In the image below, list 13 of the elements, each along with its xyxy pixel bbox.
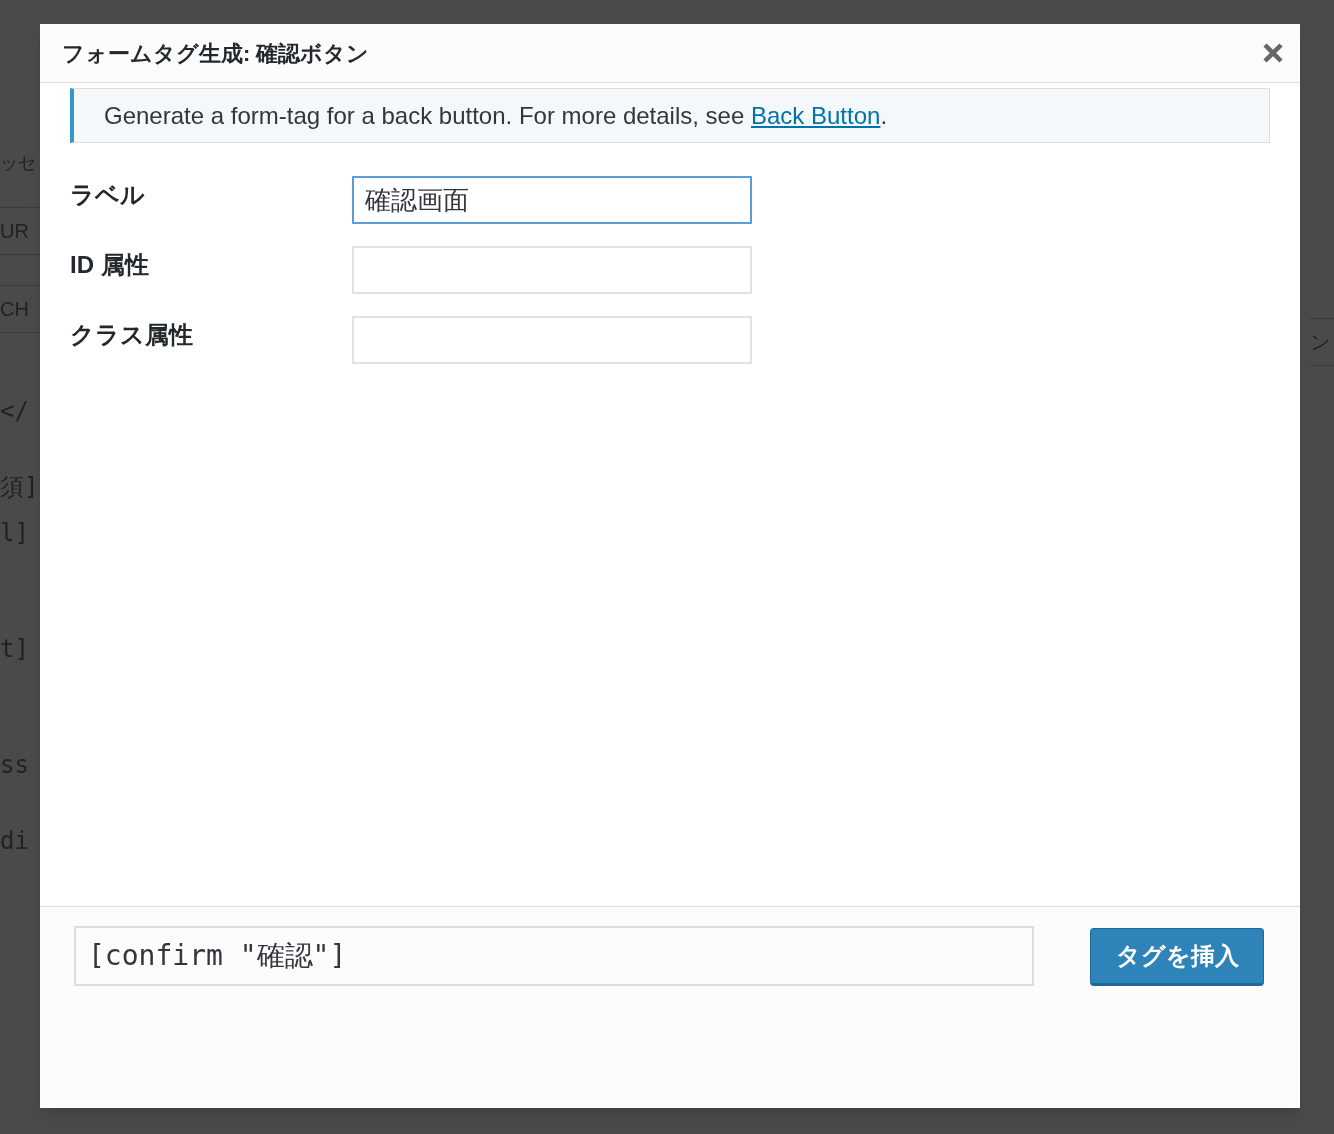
dialog-title: フォームタグ生成: 確認ボタン (62, 39, 370, 68)
text-field[interactable] (352, 246, 752, 294)
back-button-link[interactable]: Back Button (751, 101, 881, 129)
background-text: </ (0, 396, 30, 427)
tag-output-field[interactable]: [confirm "確認"] (74, 926, 1034, 986)
text-field[interactable] (352, 316, 752, 364)
text-field[interactable]: 確認画面 (352, 176, 752, 224)
close-icon[interactable] (1262, 42, 1284, 64)
field-label: ラベル (70, 180, 146, 210)
field-label: ID 属性 (70, 250, 150, 280)
notice-text: Generate a form-tag for a back button. For more details, see Back Button. (104, 100, 888, 131)
insert-tag-button[interactable]: タグを挿入 (1090, 928, 1264, 986)
field-label: クラス属性 (70, 320, 194, 350)
